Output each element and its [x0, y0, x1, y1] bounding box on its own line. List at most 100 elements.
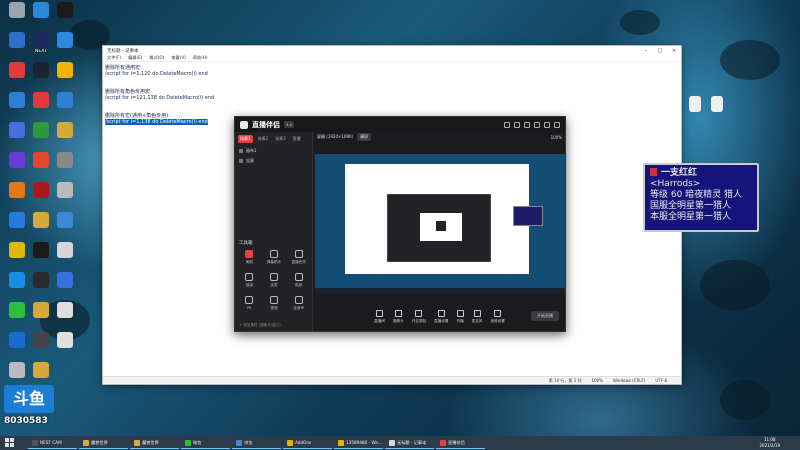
- taskbar-item[interactable]: AddOns: [283, 437, 332, 449]
- start-live-button[interactable]: 开始直播: [531, 311, 559, 321]
- close-icon[interactable]: [554, 121, 560, 128]
- minimize-icon[interactable]: –: [639, 48, 653, 54]
- selected-text: /script for i=1,138 do DeleteMacro(i) en…: [105, 119, 208, 125]
- eye-icon[interactable]: [239, 159, 243, 163]
- app-icon: [33, 332, 49, 348]
- desktop-icon[interactable]: [48, 332, 82, 349]
- system-clock[interactable]: 11:08 2021/2/19: [759, 437, 780, 448]
- control-label: 麦克风: [471, 319, 483, 323]
- tab-scene-3[interactable]: 场景3: [273, 135, 288, 143]
- tool-button[interactable]: 全景声: [286, 296, 311, 311]
- tool-button[interactable]: PK: [237, 296, 262, 311]
- flag-icon: [650, 168, 657, 176]
- desktop-icon[interactable]: [48, 122, 82, 139]
- tool-button[interactable]: 美颜: [237, 250, 262, 265]
- desktop-icon[interactable]: [48, 152, 82, 169]
- taskbar-item[interactable]: 13589480 - Wa...: [334, 437, 383, 449]
- taskbar-item-label: 直播伴侣: [448, 439, 465, 445]
- taskbar-item[interactable]: 无标题 - 记事本: [385, 437, 434, 449]
- desktop-icon[interactable]: [48, 242, 82, 259]
- control-button[interactable]: 直播间: [374, 310, 385, 324]
- tool-button[interactable]: 弹幕助手: [262, 250, 287, 265]
- live-preview[interactable]: [315, 154, 565, 294]
- control-button[interactable]: 音频设置: [490, 310, 505, 324]
- tool-button[interactable]: 直播任务: [286, 250, 311, 265]
- taskbar-item[interactable]: 魔兽世界: [79, 437, 128, 449]
- menu-view[interactable]: 查看(V): [171, 55, 186, 61]
- taskbar-app-icon: [389, 439, 395, 446]
- desktop-icon[interactable]: [24, 362, 58, 379]
- minimize-icon[interactable]: [544, 121, 550, 128]
- app-icon: [9, 182, 25, 198]
- app-icon: [9, 32, 25, 48]
- control-icon: [437, 310, 445, 317]
- app-icon: [57, 212, 73, 228]
- control-button[interactable]: 直播设置: [434, 310, 448, 324]
- menu-icon[interactable]: [534, 121, 540, 128]
- control-icon: [494, 310, 502, 317]
- eye-icon[interactable]: [239, 149, 243, 153]
- message-icon[interactable]: [514, 121, 520, 128]
- scene-label: 全屏: [246, 158, 254, 163]
- status-encoding: UTF-8: [655, 378, 667, 383]
- desktop-icon[interactable]: [48, 302, 82, 319]
- desktop-icon[interactable]: [48, 32, 82, 49]
- notepad-menubar: 文件(F) 编辑(E) 格式(O) 查看(V) 帮助(H): [103, 55, 681, 62]
- menu-edit[interactable]: 编辑(E): [128, 55, 142, 61]
- desktop-file-icon[interactable]: [700, 96, 734, 113]
- add-source-link[interactable]: + 添加素材 (摄像头/窗口): [239, 323, 281, 328]
- tab-live[interactable]: 直播: [291, 135, 303, 143]
- scene-tabs: 场景1 场景2 场景3 直播: [235, 132, 312, 146]
- notepad-titlebar[interactable]: 无标题 - 记事本 – □ ×: [103, 46, 681, 55]
- streamer-app-window[interactable]: 直播伴侣 3.0 场景1 场景2 场景3 直播 画布1 全屏 工具箱 美颜 弹幕助…: [234, 116, 566, 332]
- scene-item[interactable]: 全屏: [235, 156, 312, 166]
- tab-scene-1[interactable]: 场景1: [238, 135, 253, 143]
- desktop-icon[interactable]: [48, 182, 82, 199]
- app-icon: [9, 242, 25, 258]
- platform-logo: 斗鱼: [4, 385, 54, 413]
- app-icon: [33, 242, 49, 258]
- app-titlebar[interactable]: 直播伴侣 3.0: [235, 117, 565, 132]
- tool-button[interactable]: 连麦: [262, 273, 287, 288]
- desktop-icon[interactable]: [48, 2, 82, 19]
- title-line-2: 本服全明星第一猎人: [650, 212, 732, 222]
- desktop-icon[interactable]: [48, 272, 82, 289]
- control-button[interactable]: 开启录制: [412, 310, 426, 324]
- menu-format[interactable]: 格式(O): [149, 55, 164, 61]
- control-icon: [394, 310, 402, 317]
- status-zoom: 100%: [591, 378, 603, 383]
- control-button[interactable]: 麦克风: [471, 310, 483, 324]
- settings-icon[interactable]: [524, 121, 530, 128]
- desktop-icon[interactable]: [48, 212, 82, 229]
- taskbar-item[interactable]: NEST CAM: [28, 437, 77, 449]
- control-label: 直播设置: [434, 319, 449, 323]
- tool-button[interactable]: 贴纸: [286, 273, 311, 288]
- character-name: 一支红红: [661, 168, 698, 178]
- control-button[interactable]: 摄像头: [393, 310, 404, 324]
- toolbox-grid: 美颜 弹幕助手 直播任务福袋 连麦 贴纸 PK 视频 全景声: [237, 250, 311, 311]
- taskbar-item[interactable]: 魔兽世界: [130, 437, 179, 449]
- scene-item[interactable]: 画布1: [235, 146, 312, 156]
- app-icon: [57, 2, 73, 18]
- app-icon: [33, 2, 49, 18]
- taskbar-item[interactable]: 浏览: [232, 437, 281, 449]
- desktop-icon[interactable]: [48, 92, 82, 109]
- menu-file[interactable]: 文件(F): [107, 55, 121, 61]
- control-button[interactable]: 开播: [456, 310, 464, 324]
- app-icon: [57, 182, 73, 198]
- tool-button[interactable]: 视频: [262, 296, 287, 311]
- desktop-icon[interactable]: [48, 62, 82, 79]
- tool-button[interactable]: 福袋: [237, 273, 262, 288]
- orientation-badge[interactable]: 横屏: [357, 133, 372, 141]
- taskbar-item-label: 魔兽世界: [142, 439, 159, 445]
- tool-label: 弹幕助手: [266, 260, 282, 264]
- taskbar: NEST CAM 魔兽世界 魔兽世界 微信 浏览 AddOns 13589480 - Wa.…: [0, 436, 800, 450]
- menu-help[interactable]: 帮助(H): [193, 55, 208, 61]
- maximize-icon[interactable]: □: [653, 48, 667, 54]
- close-icon[interactable]: ×: [667, 48, 681, 54]
- tab-scene-2[interactable]: 场景2: [256, 135, 271, 143]
- taskbar-item[interactable]: 微信: [181, 437, 230, 449]
- taskbar-item[interactable]: 直播伴侣: [436, 437, 485, 449]
- windows-start-icon[interactable]: [5, 438, 15, 448]
- avatar[interactable]: [504, 121, 510, 128]
